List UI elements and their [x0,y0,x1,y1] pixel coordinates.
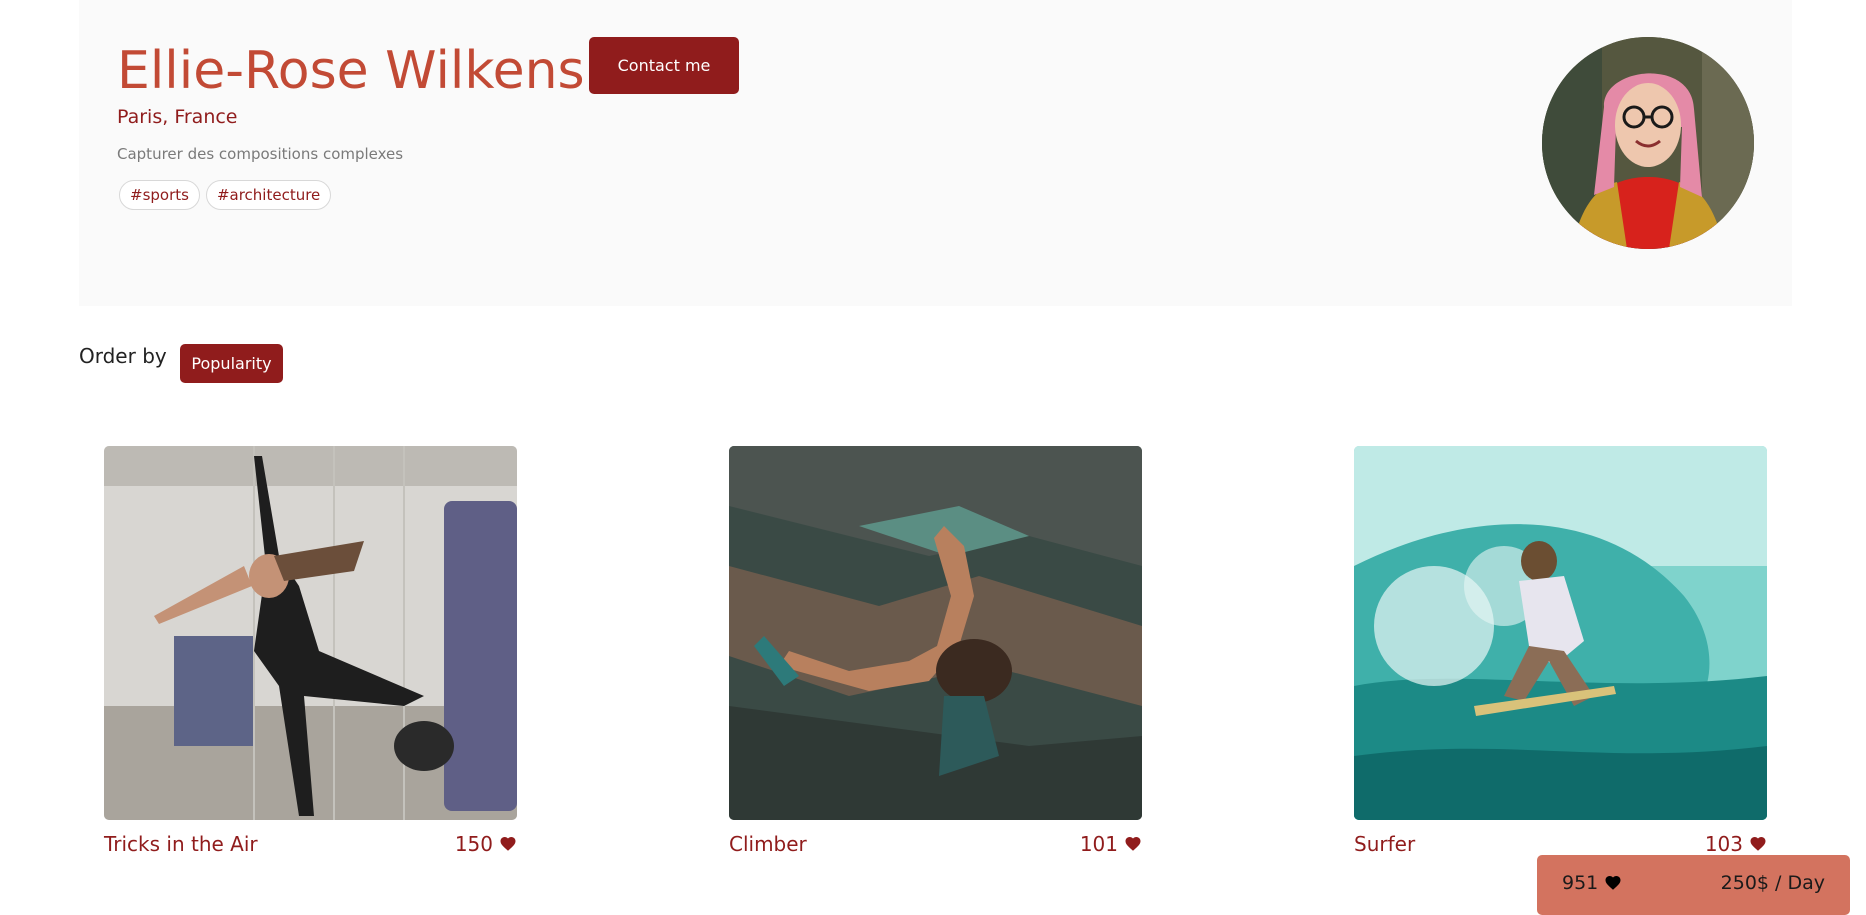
heart-icon[interactable] [1124,835,1142,853]
media-title: Surfer [1354,832,1416,856]
media-card[interactable]: Climber 101 [729,446,1142,856]
sort-dropdown[interactable]: Popularity [180,344,283,383]
media-likes-count: 101 [1079,832,1118,856]
contact-button[interactable]: Contact me [589,37,739,94]
photographer-avatar [1542,37,1754,249]
media-photo-surfer[interactable] [1354,446,1767,820]
media-likes-count: 150 [454,832,493,856]
media-likes: 103 [1705,832,1767,856]
media-meta: Tricks in the Air 150 [104,832,517,856]
media-photo-tricks[interactable] [104,446,517,820]
daily-price: 250$ / Day [1720,872,1825,894]
heart-icon[interactable] [1749,835,1767,853]
sort-label: Order by [79,344,167,368]
media-meta: Climber 101 [729,832,1142,856]
heart-icon [1605,875,1621,890]
media-likes: 101 [1080,832,1142,856]
photographer-location: Paris, France [117,106,238,128]
tag-list: #sports #architecture [119,180,332,210]
total-likes-count: 951 [1562,872,1599,894]
media-photo-climber[interactable] [729,446,1142,820]
photographer-tagline: Capturer des compositions complexes [117,145,404,163]
heart-icon[interactable] [499,835,517,853]
tag-architecture[interactable]: #architecture [205,180,332,210]
photographer-name: Ellie-Rose Wilkens [117,41,585,101]
media-likes-count: 103 [1704,832,1743,856]
media-title: Tricks in the Air [104,832,258,856]
total-likes: 951 [1562,872,1622,894]
media-title: Climber [729,832,807,856]
media-likes: 150 [455,832,517,856]
media-card[interactable]: Tricks in the Air 150 [104,446,517,856]
photographer-header: Ellie-Rose Wilkens Contact me Paris, Fra… [79,0,1792,306]
media-card[interactable]: Surfer 103 [1354,446,1767,856]
media-meta: Surfer 103 [1354,832,1767,856]
tag-sports[interactable]: #sports [119,180,200,210]
stats-footer: 951 250$ / Day [1537,855,1850,915]
